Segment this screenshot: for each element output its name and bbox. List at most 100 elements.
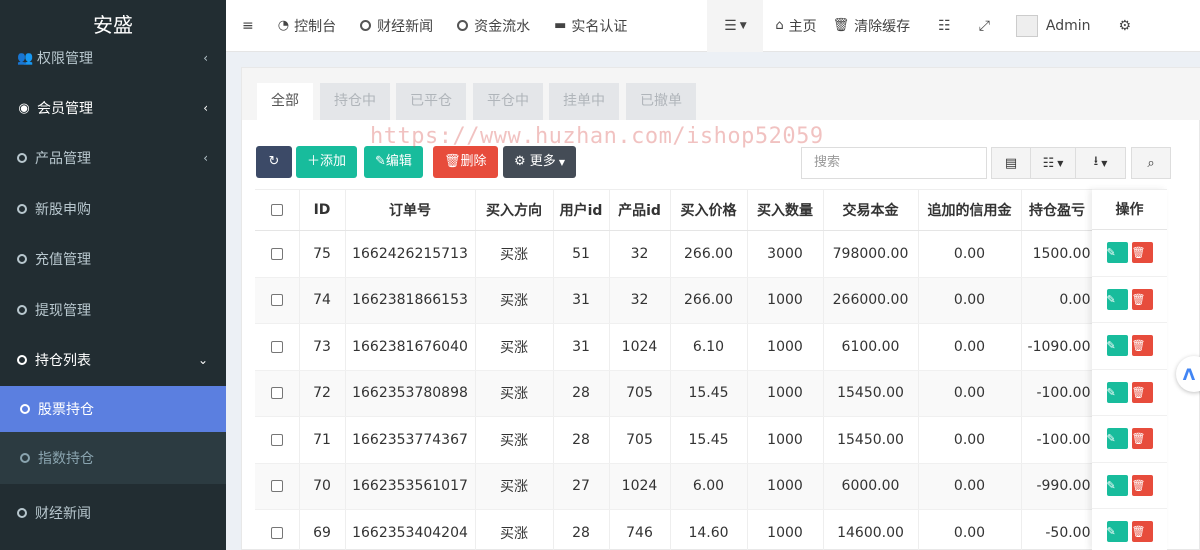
edit-row-button[interactable]: ✎ — [1106, 521, 1128, 543]
language-button[interactable]: ☷ — [922, 0, 961, 52]
table-cell: 1000 — [747, 509, 824, 550]
table-cell: -100.00 — [1021, 370, 1094, 417]
column-header[interactable]: 买入方向 — [475, 189, 554, 231]
edit-button[interactable]: ✎编辑 — [364, 146, 423, 178]
edit-row-button[interactable]: ✎ — [1106, 335, 1128, 357]
delete-row-button[interactable]: 🗑 — [1131, 521, 1153, 543]
search-button[interactable]: ⌕ — [1131, 147, 1171, 179]
circle-icon — [360, 20, 372, 31]
row-checkbox[interactable] — [255, 230, 300, 278]
row-actions: ✎ 🗑 — [1092, 230, 1167, 277]
table-cell: 0.00 — [918, 323, 1022, 371]
column-header[interactable]: 持仓盈亏 — [1021, 189, 1094, 231]
list-view-icon: ▤ — [1004, 155, 1018, 171]
table-cell: 买涨 — [475, 323, 554, 371]
sidebar-item-products[interactable]: 产品管理 ‹ — [0, 135, 226, 181]
sidebar-item-index-positions[interactable]: 指数持仓 — [0, 432, 226, 484]
delete-row-button[interactable]: 🗑 — [1131, 474, 1153, 496]
tab-closing[interactable]: 平仓中 — [473, 83, 543, 120]
tab-all[interactable]: 全部 — [257, 83, 313, 120]
table-row[interactable]: 71 1662353774367 买涨 28 705 15.45 1000 15450.00 0… — [255, 416, 1094, 464]
sidebar-item-label: 提现管理 — [35, 303, 91, 319]
sidebar-item-news[interactable]: 财经新闻 — [0, 490, 226, 536]
row-checkbox[interactable] — [255, 277, 300, 324]
delete-label: 删除 — [460, 154, 487, 169]
delete-row-button[interactable]: 🗑 — [1131, 242, 1153, 264]
tab-holding[interactable]: 持仓中 — [320, 83, 390, 120]
row-checkbox[interactable] — [255, 463, 300, 510]
menu-dropdown-button[interactable]: ☰ ▼ — [707, 0, 764, 52]
gear-icon: ⚙ — [1118, 17, 1132, 34]
dashboard-icon: ◔ — [277, 18, 290, 33]
nav-verification[interactable]: ▬ 实名认证 — [542, 0, 639, 52]
table-row[interactable]: 69 1662353404204 买涨 28 746 14.60 1000 14600.00 0… — [255, 509, 1094, 550]
column-header[interactable]: 买入数量 — [747, 189, 824, 231]
column-header[interactable]: 追加的信用金 — [918, 189, 1022, 231]
edit-row-button[interactable]: ✎ — [1106, 474, 1128, 496]
nav-news[interactable]: 财经新闻 — [348, 0, 445, 52]
search-input[interactable]: 搜索 — [801, 147, 987, 179]
table-row[interactable]: 75 1662426215713 买涨 51 32 266.00 3000 798000.00… — [255, 230, 1094, 278]
toggle-view-button[interactable]: ▤ — [991, 147, 1031, 179]
refresh-button[interactable]: ↻ — [256, 146, 292, 178]
table-cell: 266.00 — [670, 230, 748, 278]
table-cell: 75 — [299, 230, 346, 278]
delete-row-button[interactable]: 🗑 — [1131, 288, 1153, 310]
nav-home[interactable]: ⌂ 主页 — [763, 0, 828, 52]
nav-cashflow[interactable]: 资金流水 — [445, 0, 542, 52]
sidebar-item-label: 财经新闻 — [35, 506, 91, 522]
row-checkbox[interactable] — [255, 370, 300, 417]
table-cell: 73 — [299, 323, 346, 371]
user-menu[interactable]: Admin — [1008, 0, 1099, 52]
circle-icon — [17, 254, 27, 264]
table-cell: 1000 — [747, 370, 824, 417]
table-cell: 1500.00 — [1021, 230, 1094, 278]
column-header[interactable]: 用户id — [553, 189, 610, 231]
sidebar-item-recharge[interactable]: 充值管理 — [0, 236, 226, 282]
table-row[interactable]: 72 1662353780898 买涨 28 705 15.45 1000 15450.00 0… — [255, 370, 1094, 417]
sidebar-item-ipo[interactable]: 新股申购 — [0, 186, 226, 232]
columns-button[interactable]: ☷ ▼ — [1030, 147, 1076, 179]
tab-cancelled[interactable]: 已撤单 — [626, 83, 696, 120]
column-header[interactable]: ID — [299, 189, 346, 231]
more-button[interactable]: ⚙ 更多 ▼ — [503, 146, 576, 178]
column-header[interactable]: 产品id — [609, 189, 671, 231]
sidebar-item-withdraw[interactable]: 提现管理 — [0, 287, 226, 333]
avatar — [1015, 14, 1038, 37]
sidebar-item-permissions[interactable]: 👥 权限管理 ‹ — [0, 35, 226, 81]
column-header[interactable]: 买入价格 — [670, 189, 748, 231]
row-checkbox[interactable] — [255, 416, 300, 464]
delete-row-button[interactable]: 🗑 — [1131, 428, 1153, 450]
sidebar-item-members[interactable]: ◉ 会员管理 ‹ — [0, 85, 226, 131]
grid-icon: ☷ — [1042, 155, 1055, 171]
table-cell: 0.00 — [918, 509, 1022, 550]
settings-button[interactable]: ⚙ — [1099, 0, 1140, 52]
nav-dashboard[interactable]: ◔ 控制台 — [266, 0, 348, 52]
sidebar-item-positions[interactable]: 持仓列表 ⌄ — [0, 337, 226, 383]
sidebar-item-label: 会员管理 — [37, 101, 93, 117]
select-all-checkbox[interactable] — [255, 189, 300, 231]
edit-row-button[interactable]: ✎ — [1106, 288, 1128, 310]
column-header[interactable]: 订单号 — [345, 189, 476, 231]
table-row[interactable]: 70 1662353561017 买涨 27 1024 6.00 1000 6000.00 0.… — [255, 463, 1094, 510]
tab-closed[interactable]: 已平仓 — [396, 83, 466, 120]
sidebar-item-stock-positions[interactable]: 股票持仓 — [0, 386, 226, 432]
row-checkbox[interactable] — [255, 509, 300, 550]
table-row[interactable]: 74 1662381866153 买涨 31 32 266.00 1000 266000.00… — [255, 277, 1094, 324]
edit-row-button[interactable]: ✎ — [1106, 381, 1128, 403]
sidebar-toggle-button[interactable]: ≡ — [226, 0, 266, 52]
clear-cache-button[interactable]: 🗑 清除缓存 — [829, 0, 923, 52]
row-checkbox[interactable] — [255, 323, 300, 371]
delete-row-button[interactable]: 🗑 — [1131, 381, 1153, 403]
fullscreen-button[interactable]: ⤢ — [961, 0, 1008, 52]
table-cell: 1662353561017 — [345, 463, 476, 510]
edit-row-button[interactable]: ✎ — [1106, 242, 1128, 264]
delete-row-button[interactable]: 🗑 — [1131, 335, 1153, 357]
tab-pending[interactable]: 挂单中 — [549, 83, 619, 120]
delete-button[interactable]: 🗑删除 — [433, 146, 498, 178]
column-header[interactable]: 交易本金 — [823, 189, 919, 231]
add-button[interactable]: ＋添加 — [296, 146, 358, 178]
export-button[interactable]: ⭳ ▼ — [1075, 147, 1126, 179]
edit-row-button[interactable]: ✎ — [1106, 428, 1128, 450]
table-row[interactable]: 73 1662381676040 买涨 31 1024 6.10 1000 6100.00 0.… — [255, 323, 1094, 371]
